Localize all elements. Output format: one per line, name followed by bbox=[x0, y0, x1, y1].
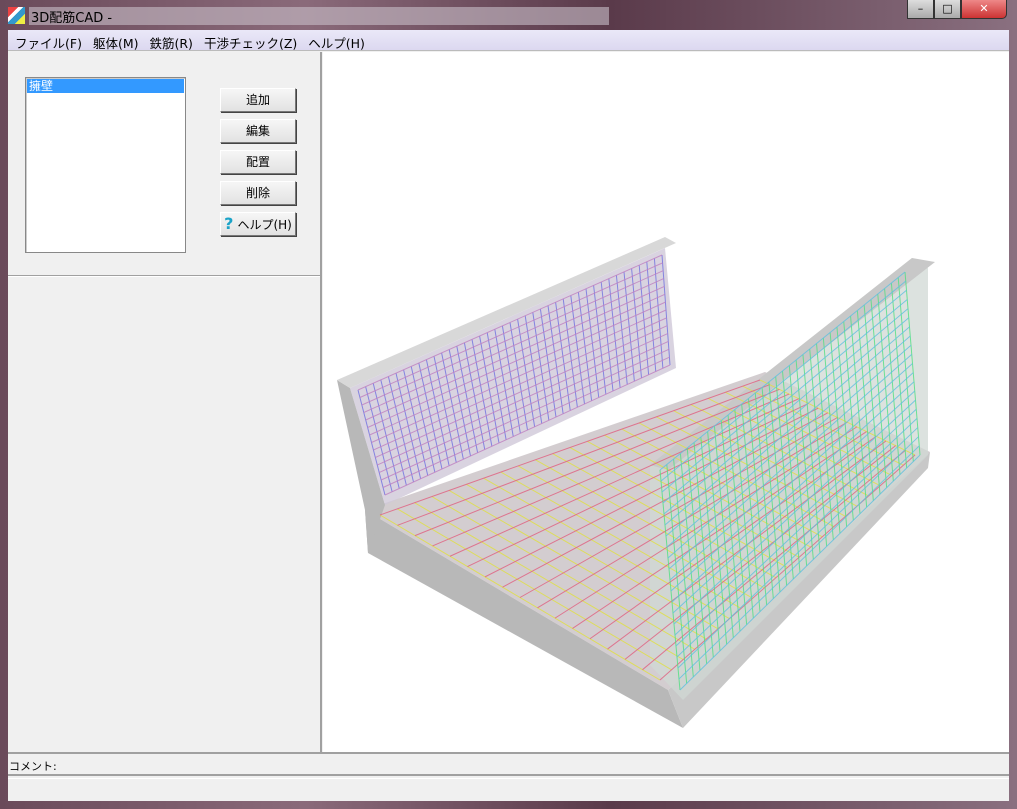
window-frame: 3D配筋CAD - – □ ✕ ファイル(F) 躯体(M) 鉄筋(R) 干渉チェ… bbox=[0, 0, 1017, 809]
structure-list[interactable]: 擁壁 bbox=[25, 77, 186, 253]
3d-viewport[interactable] bbox=[323, 52, 1009, 752]
question-icon: ? bbox=[224, 214, 234, 233]
status-bar bbox=[8, 778, 1009, 801]
edit-button[interactable]: 編集 bbox=[220, 119, 296, 143]
divider bbox=[8, 275, 320, 277]
place-button[interactable]: 配置 bbox=[220, 150, 296, 174]
menu-structure[interactable]: 躯体(M) bbox=[88, 30, 145, 51]
delete-button[interactable]: 削除 bbox=[220, 181, 296, 205]
menu-rebar[interactable]: 鉄筋(R) bbox=[145, 30, 199, 51]
close-button[interactable]: ✕ bbox=[961, 0, 1007, 19]
client-area: ファイル(F) 躯体(M) 鉄筋(R) 干渉チェック(Z) ヘルプ(H) 擁壁 … bbox=[8, 30, 1009, 801]
menu-interference-check[interactable]: 干渉チェック(Z) bbox=[199, 30, 303, 51]
app-icon bbox=[8, 7, 25, 24]
comment-bar: コメント: bbox=[8, 752, 1009, 776]
menu-file[interactable]: ファイル(F) bbox=[10, 30, 88, 51]
menu-bar: ファイル(F) 躯体(M) 鉄筋(R) 干渉チェック(Z) ヘルプ(H) bbox=[8, 30, 1009, 51]
comment-label: コメント: bbox=[9, 760, 57, 773]
left-panel: 擁壁 追加 編集 配置 削除 ? ヘルプ(H) bbox=[8, 52, 322, 752]
help-button[interactable]: ? ヘルプ(H) bbox=[220, 212, 296, 236]
menu-help[interactable]: ヘルプ(H) bbox=[303, 30, 371, 51]
title-bar[interactable]: 3D配筋CAD - – □ ✕ bbox=[0, 0, 1017, 30]
list-item[interactable]: 擁壁 bbox=[27, 79, 184, 93]
maximize-button[interactable]: □ bbox=[934, 0, 961, 19]
retaining-wall-model bbox=[337, 237, 935, 728]
add-button[interactable]: 追加 bbox=[220, 88, 296, 112]
minimize-button[interactable]: – bbox=[907, 0, 934, 19]
window-title: 3D配筋CAD - bbox=[29, 7, 609, 26]
help-button-label: ヘルプ(H) bbox=[237, 218, 292, 232]
